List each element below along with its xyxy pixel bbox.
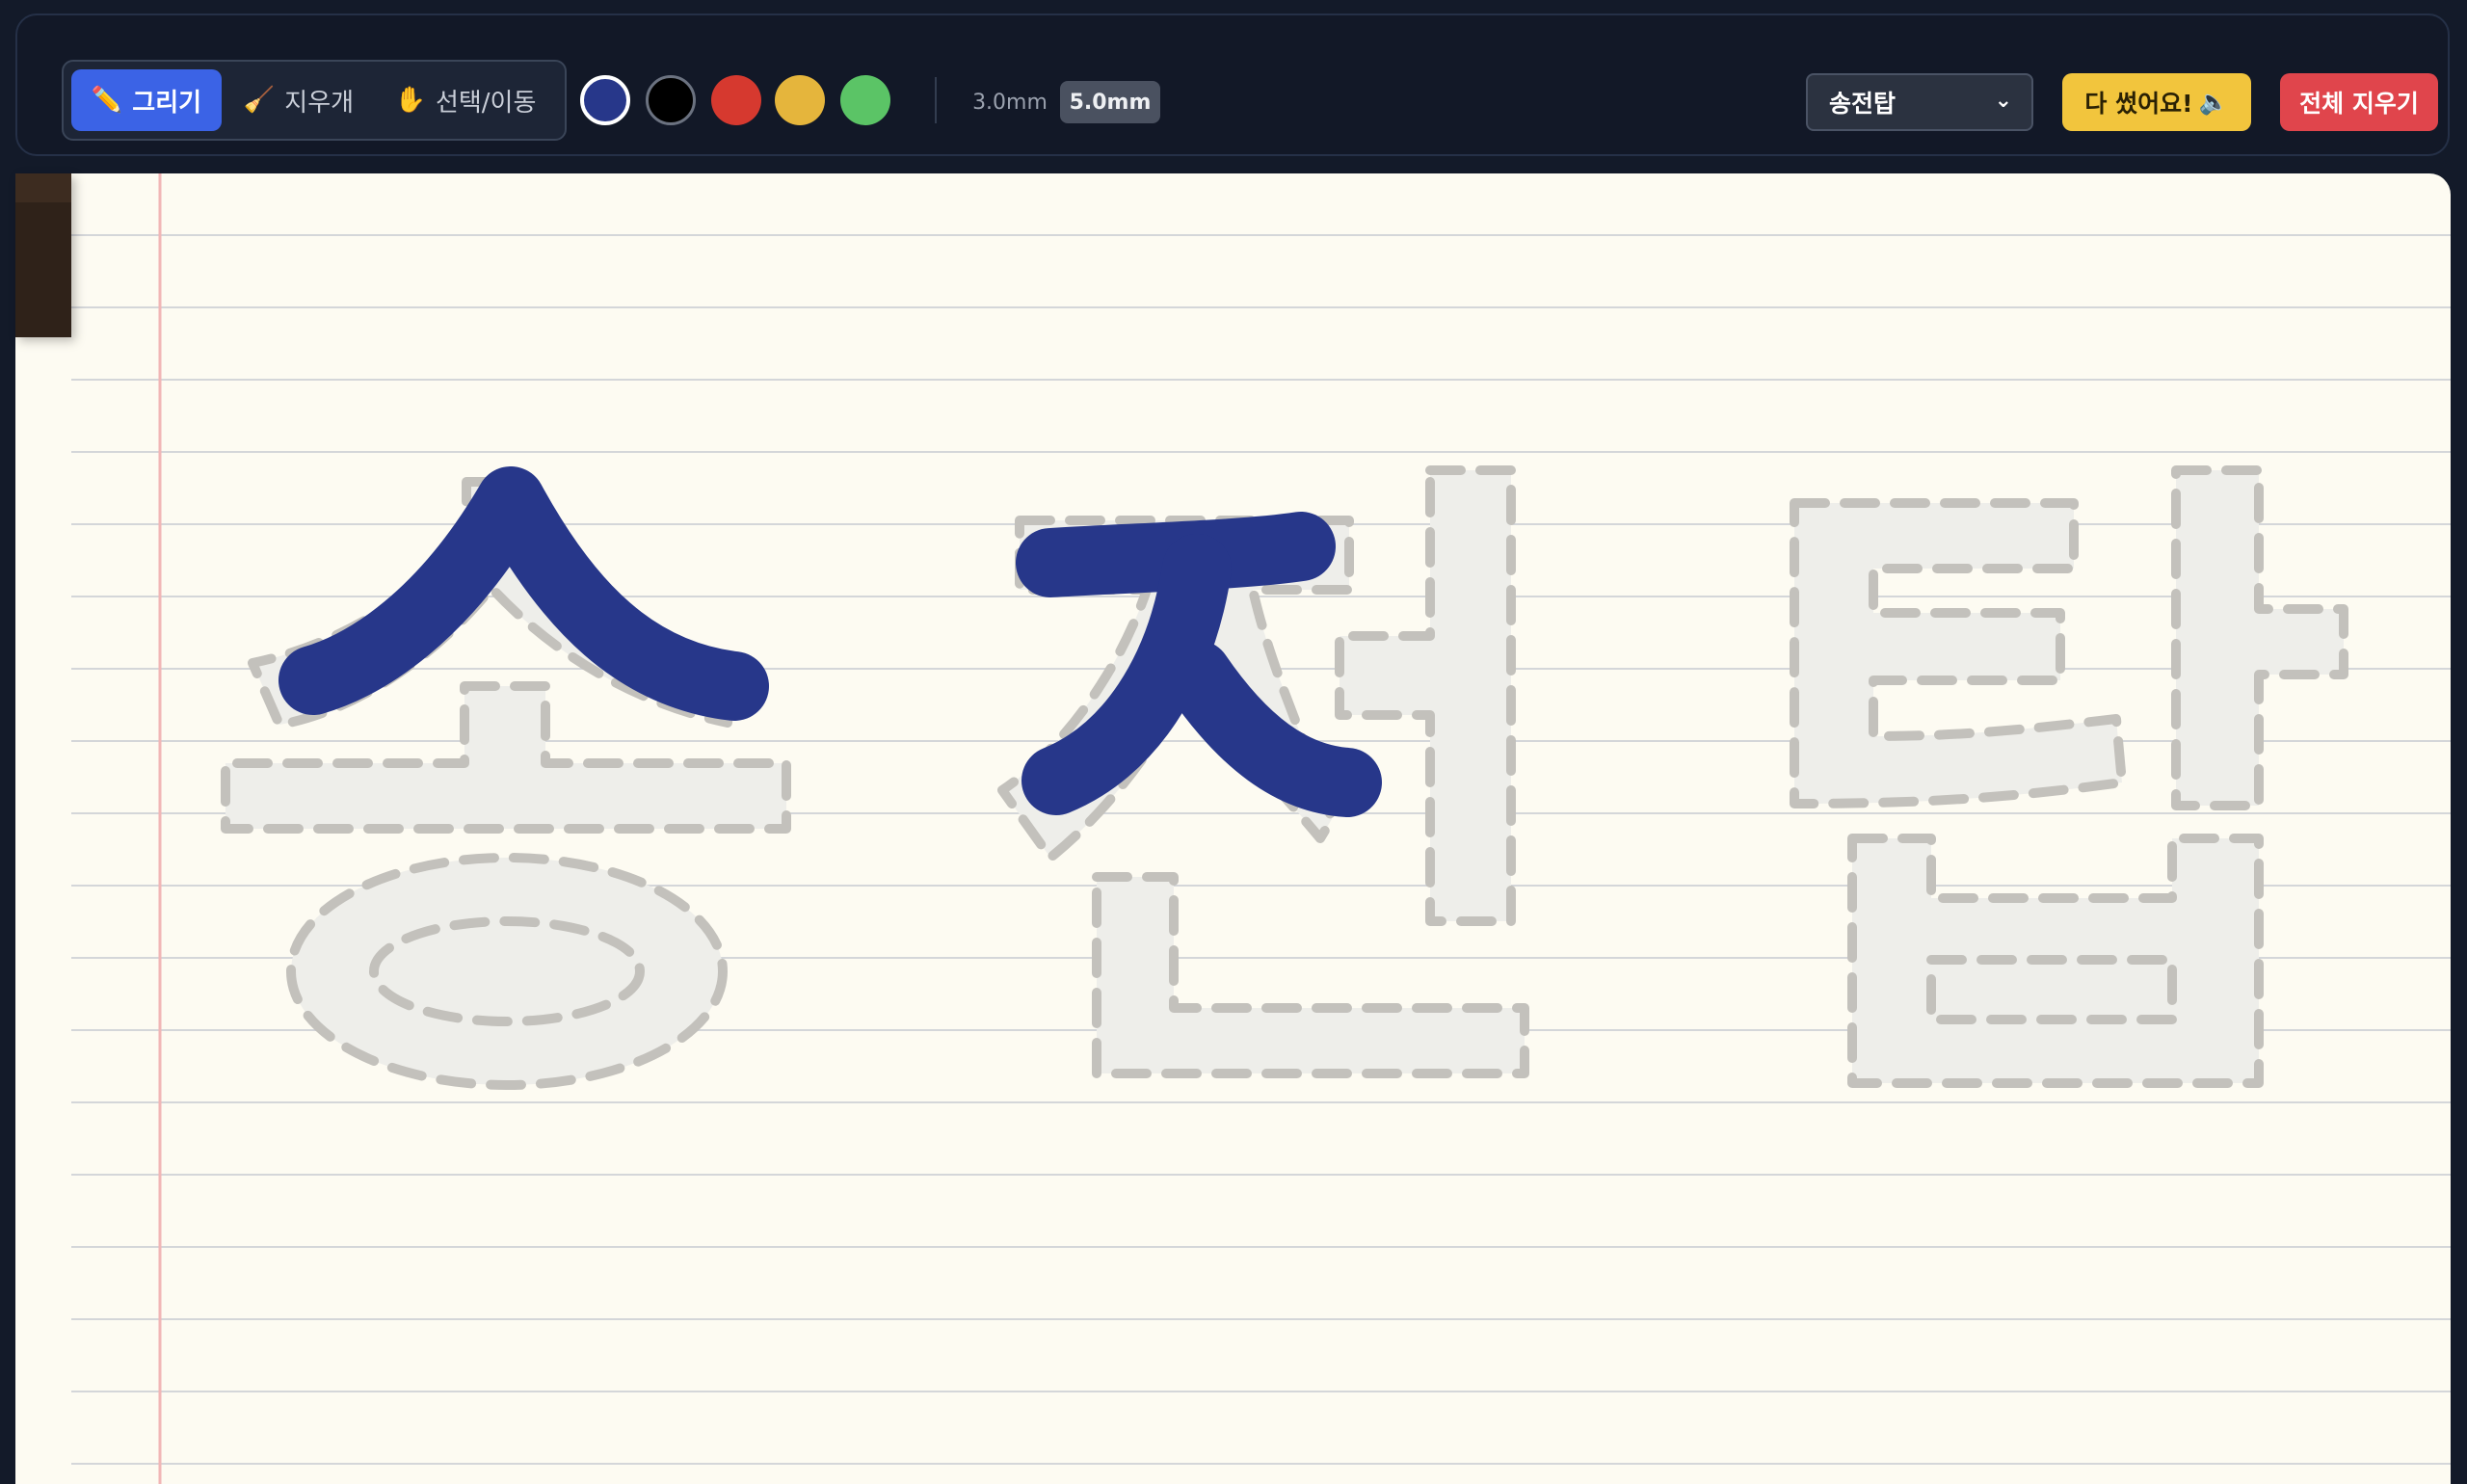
guide-letter-tap: [1790, 465, 2348, 1088]
toolbar: ✏️ 그리기 🧹 지우개 ✋ 선택/이동 3.0mm 5.0mm 송전탑 ⌄ 다…: [15, 13, 2450, 156]
hand-icon: ✋: [394, 86, 426, 115]
chevron-down-icon: ⌄: [1994, 89, 2012, 113]
done-button[interactable]: 다 썼어요! 🔈: [2062, 73, 2251, 131]
binding-strip: [15, 173, 71, 202]
clear-all-button[interactable]: 전체 지우기: [2280, 73, 2438, 131]
guide-letter-song: [221, 477, 791, 1090]
eraser-tool-button[interactable]: 🧹 지우개: [231, 69, 366, 131]
size-option-3mm[interactable]: 3.0mm: [960, 81, 1060, 123]
pencil-icon: ✏️: [91, 86, 123, 115]
toolbar-divider: [935, 77, 937, 123]
color-green-swatch[interactable]: [840, 75, 890, 125]
eraser-tool-label: 지우개: [284, 88, 355, 118]
tool-group: ✏️ 그리기 🧹 지우개 ✋ 선택/이동: [62, 60, 567, 141]
writing-canvas[interactable]: [15, 173, 2451, 1484]
color-yellow-swatch[interactable]: [775, 75, 825, 125]
broom-icon: 🧹: [243, 86, 276, 115]
ruled-lines: [71, 234, 2451, 1465]
word-select-value: 송전탑: [1829, 90, 1897, 118]
size-option-5mm[interactable]: 5.0mm: [1060, 81, 1160, 123]
draw-tool-label: 그리기: [132, 88, 202, 118]
notebook-binding: [15, 173, 71, 337]
speaker-icon: 🔈: [2198, 88, 2229, 116]
canvas-svg[interactable]: [15, 173, 2451, 1484]
select-move-tool-button[interactable]: ✋ 선택/이동: [376, 69, 555, 131]
color-navy-swatch[interactable]: [580, 75, 630, 125]
color-red-swatch[interactable]: [711, 75, 761, 125]
draw-tool-button[interactable]: ✏️ 그리기: [71, 69, 222, 131]
done-button-label: 다 썼어요!: [2084, 90, 2193, 118]
color-black-swatch[interactable]: [646, 75, 696, 125]
word-select[interactable]: 송전탑 ⌄: [1806, 73, 2033, 131]
select-move-tool-label: 선택/이동: [435, 88, 537, 118]
stroke-jieut-diagonal: [1021, 534, 1382, 817]
